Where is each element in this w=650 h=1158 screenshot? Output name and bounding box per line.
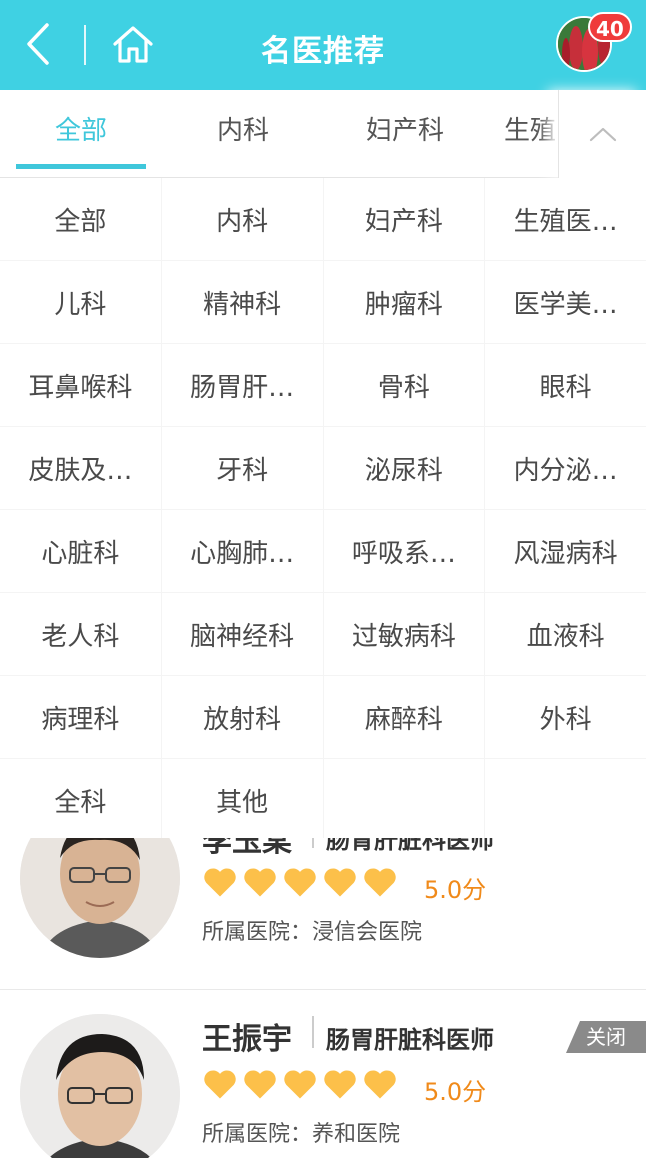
doctor-department: 肠胃肝脏科医师: [326, 1026, 494, 1054]
hospital-label: 所属医院：: [202, 1122, 313, 1147]
doctor-photo: [20, 838, 180, 958]
name-separator: [312, 1016, 314, 1048]
category-item[interactable]: 外科: [485, 676, 646, 758]
doctor-hospital: 所属医院：养和医院: [202, 1116, 400, 1148]
category-item[interactable]: 心脏科: [0, 510, 161, 592]
category-item[interactable]: 骨科: [323, 344, 485, 426]
doctor-hospital: 所属医院：浸信会医院: [202, 914, 422, 946]
category-item[interactable]: 妇产科: [323, 178, 485, 260]
category-item[interactable]: 其他: [161, 759, 323, 841]
heart-icon: [324, 868, 356, 897]
category-item[interactable]: 脑神经科: [161, 593, 323, 675]
close-button[interactable]: 关闭: [566, 1021, 646, 1053]
category-item[interactable]: 全科: [0, 759, 161, 841]
heart-icon: [324, 1070, 356, 1099]
active-tab-indicator: [16, 164, 146, 169]
category-item[interactable]: 风湿病科: [485, 510, 646, 592]
category-item[interactable]: 放射科: [161, 676, 323, 758]
category-item[interactable]: 眼科: [485, 344, 646, 426]
category-item[interactable]: 心胸肺…: [161, 510, 323, 592]
doctor-name: 李玉棠: [202, 838, 292, 859]
category-item[interactable]: 过敏病科: [323, 593, 485, 675]
doctor-rating: 5.0分: [424, 1078, 487, 1106]
category-item[interactable]: 呼吸系…: [323, 510, 485, 592]
heart-icon: [244, 868, 276, 897]
doctor-card[interactable]: 李玉棠 肠胃肝脏科医师 5.0分 所属医院：浸信会医院: [0, 838, 646, 990]
category-item[interactable]: 耳鼻喉科: [0, 344, 161, 426]
category-item[interactable]: 皮肤及…: [0, 427, 161, 509]
category-item[interactable]: 生殖医…: [485, 178, 646, 260]
doctor-name: 王振宇: [202, 1022, 292, 1057]
doctor-card[interactable]: 王振宇 肠胃肝脏科医师 5.0分 所属医院：养和医院: [0, 990, 646, 1158]
heart-icon: [284, 868, 316, 897]
page-title: 名医推荐: [261, 34, 385, 69]
hospital-name: 浸信会医院: [312, 920, 423, 945]
category-item[interactable]: 儿科: [0, 261, 161, 343]
category-item[interactable]: 病理科: [0, 676, 161, 758]
category-item[interactable]: 肿瘤科: [323, 261, 485, 343]
category-item[interactable]: 内分泌…: [485, 427, 646, 509]
category-item[interactable]: 牙科: [161, 427, 323, 509]
heart-icon: [204, 1070, 236, 1099]
heart-icon: [204, 868, 236, 897]
category-item[interactable]: 全部: [0, 178, 161, 260]
hospital-label: 所属医院：: [202, 920, 313, 945]
heart-icon: [284, 1070, 316, 1099]
grid-empty-cell: [323, 759, 485, 841]
category-item[interactable]: 麻醉科: [323, 676, 485, 758]
collapse-categories-button[interactable]: [558, 90, 646, 178]
category-item[interactable]: 内科: [161, 178, 323, 260]
category-item[interactable]: 医学美…: [485, 261, 646, 343]
category-item[interactable]: 肠胃肝…: [161, 344, 323, 426]
category-item[interactable]: 老人科: [0, 593, 161, 675]
category-item[interactable]: 血液科: [485, 593, 646, 675]
category-item[interactable]: 精神科: [161, 261, 323, 343]
hospital-name: 养和医院: [312, 1122, 401, 1147]
doctor-department: 肠胃肝脏科医师: [326, 838, 494, 854]
doctor-rating: 5.0分: [424, 876, 487, 904]
name-separator: [312, 838, 314, 848]
user-avatar-button[interactable]: 40: [556, 12, 632, 72]
app-header: 名医推荐 40: [0, 0, 646, 90]
doctor-list: 李玉棠 肠胃肝脏科医师 5.0分 所属医院：浸信会医院 王振宇 肠胃肝脏科医师 …: [0, 838, 646, 1158]
category-grid: 全部 内科 妇产科 生殖医… 儿科 精神科 肿瘤科 医学美… 耳鼻喉科 肠胃肝……: [0, 178, 646, 841]
rating-hearts: [202, 1068, 398, 1100]
category-item[interactable]: 泌尿科: [323, 427, 485, 509]
tab-internal-medicine[interactable]: 内科: [178, 90, 308, 178]
doctor-photo: [20, 1014, 180, 1158]
heart-icon: [244, 1070, 276, 1099]
grid-empty-cell: [485, 759, 646, 841]
notification-badge: 40: [588, 12, 632, 42]
tab-obstetrics[interactable]: 妇产科: [340, 90, 470, 178]
rating-hearts: [202, 866, 398, 898]
heart-icon: [364, 868, 396, 897]
chevron-up-icon: [589, 127, 616, 142]
heart-icon: [364, 1070, 396, 1099]
